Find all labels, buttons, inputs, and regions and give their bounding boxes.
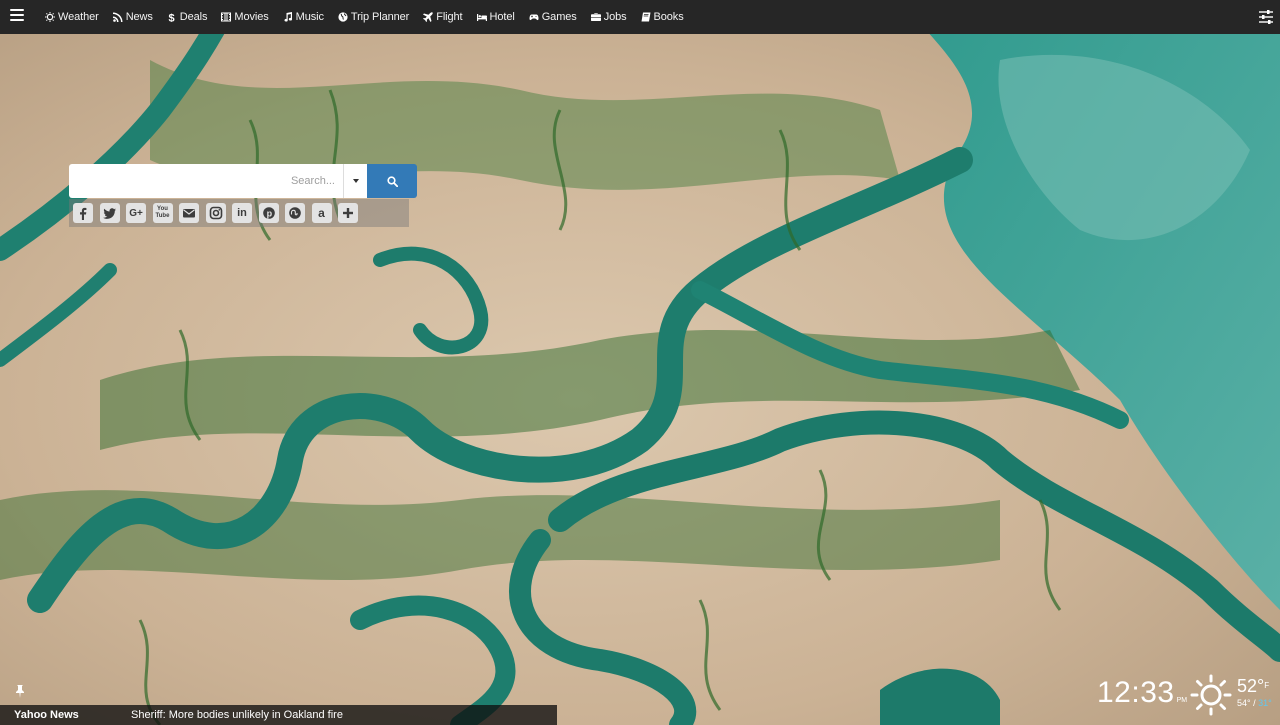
twitter-icon[interactable] bbox=[99, 203, 120, 223]
news-ticker: Yahoo News Sheriff: More bodies unlikely… bbox=[0, 705, 557, 725]
nav-label: Games bbox=[541, 11, 577, 23]
music-note-icon bbox=[284, 12, 292, 22]
background-image bbox=[0, 0, 1280, 725]
svg-text:p: p bbox=[266, 208, 272, 218]
nav-item-jobs[interactable]: Jobs bbox=[590, 11, 627, 23]
globe-icon bbox=[338, 12, 348, 22]
settings-sliders-icon[interactable] bbox=[1258, 9, 1274, 25]
search-button[interactable] bbox=[367, 164, 417, 198]
instagram-icon[interactable] bbox=[205, 203, 226, 223]
nav-label: Trip Planner bbox=[350, 11, 410, 23]
sunny-weather-icon[interactable] bbox=[1189, 673, 1233, 717]
nav-label: Books bbox=[653, 11, 684, 23]
temperature-separator: / bbox=[1250, 698, 1259, 708]
search-icon bbox=[386, 175, 398, 187]
gamepad-icon bbox=[529, 14, 539, 21]
nav-item-games[interactable]: Games bbox=[529, 11, 577, 23]
weather-temperature[interactable]: 52°F 54° / 31° bbox=[1237, 676, 1272, 708]
current-temperature: 52° bbox=[1237, 676, 1265, 696]
news-headline[interactable]: Sheriff: More bodies unlikely in Oakland… bbox=[131, 709, 343, 721]
search-bar bbox=[69, 164, 418, 198]
bed-icon bbox=[476, 14, 487, 21]
clock-time: 12:33 bbox=[1097, 676, 1175, 709]
top-navigation-bar: Weather News $ Deals Movies Music Trip P… bbox=[0, 0, 1280, 34]
nav-label: Jobs bbox=[603, 11, 627, 23]
social-shortcuts: G+ You Tube in p a bbox=[69, 199, 409, 227]
search-input[interactable] bbox=[69, 164, 343, 198]
nav-item-weather[interactable]: Weather bbox=[45, 11, 99, 23]
category-nav: Weather News $ Deals Movies Music Trip P… bbox=[45, 0, 698, 34]
svg-text:$: $ bbox=[168, 13, 174, 23]
plane-icon bbox=[423, 12, 433, 22]
amazon-icon[interactable]: a bbox=[311, 203, 332, 223]
temperature-unit: F bbox=[1264, 681, 1270, 690]
stumbleupon-icon[interactable] bbox=[285, 203, 305, 223]
nav-label: Flight bbox=[436, 11, 463, 23]
briefcase-icon bbox=[590, 13, 601, 21]
nav-label: Deals bbox=[179, 11, 208, 23]
nav-item-deals[interactable]: $ Deals bbox=[167, 11, 208, 23]
nav-label: Music bbox=[295, 11, 324, 23]
sun-icon bbox=[45, 12, 55, 22]
clock-ampm: PM bbox=[1176, 697, 1188, 704]
nav-label: Movies bbox=[234, 11, 269, 23]
book-icon bbox=[641, 12, 651, 22]
nav-item-books[interactable]: Books bbox=[641, 11, 684, 23]
nav-item-hotel[interactable]: Hotel bbox=[476, 11, 515, 23]
email-icon[interactable] bbox=[179, 203, 199, 223]
nav-item-music[interactable]: Music bbox=[283, 11, 324, 23]
nav-label: Weather bbox=[58, 11, 99, 23]
pin-icon[interactable] bbox=[14, 684, 26, 698]
youtube-icon[interactable]: You Tube bbox=[152, 203, 173, 223]
nav-label: News bbox=[125, 11, 153, 23]
search-engine-dropdown[interactable] bbox=[343, 164, 367, 198]
caret-down-icon bbox=[352, 179, 359, 183]
google-plus-icon[interactable]: G+ bbox=[126, 203, 146, 223]
add-icon[interactable] bbox=[338, 203, 358, 223]
linkedin-icon[interactable]: in bbox=[232, 203, 252, 223]
hamburger-menu-icon[interactable] bbox=[10, 9, 24, 23]
nav-item-flight[interactable]: Flight bbox=[423, 11, 463, 23]
news-source[interactable]: Yahoo News bbox=[14, 709, 131, 721]
pinterest-icon[interactable]: p bbox=[258, 203, 279, 223]
facebook-icon[interactable] bbox=[73, 203, 93, 223]
dollar-icon: $ bbox=[168, 13, 174, 23]
nav-item-trip-planner[interactable]: Trip Planner bbox=[338, 11, 409, 23]
rss-icon bbox=[112, 12, 123, 22]
clock: 12:33 PM bbox=[1097, 676, 1187, 710]
nav-item-movies[interactable]: Movies bbox=[221, 11, 269, 23]
nav-label: Hotel bbox=[489, 11, 515, 23]
high-temperature: 54° bbox=[1237, 698, 1251, 708]
nav-item-news[interactable]: News bbox=[112, 11, 153, 23]
film-icon bbox=[221, 12, 232, 22]
low-temperature: 31° bbox=[1258, 698, 1272, 708]
